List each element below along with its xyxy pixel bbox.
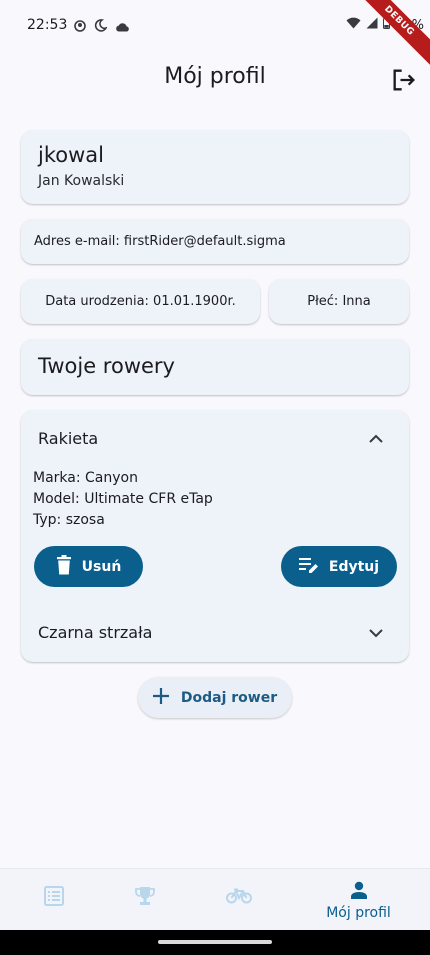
logout-icon xyxy=(390,69,418,98)
night-icon xyxy=(94,17,108,36)
edit-label: Edytuj xyxy=(328,558,380,575)
nav-item-trophy[interactable] xyxy=(91,869,198,931)
bike-name: Czarna strzała xyxy=(38,623,153,642)
bike-type: Typ: szosa xyxy=(33,512,105,528)
nav-label-profile: Mój profil xyxy=(326,905,391,921)
gender-card: Płeć: Inna xyxy=(269,279,409,324)
bike-name: Rakieta xyxy=(38,429,99,448)
bike-item-czarna-strzala[interactable]: Czarna strzała xyxy=(21,606,409,662)
face-icon xyxy=(74,17,86,36)
logout-button[interactable] xyxy=(390,66,418,94)
plus-icon xyxy=(152,687,169,708)
delete-bike-button[interactable]: Usuń xyxy=(34,546,143,587)
bottom-navigation: Mój profil xyxy=(0,868,430,931)
email-card: Adres e-mail: firstRider@default.sigma xyxy=(21,219,409,264)
status-icons-left xyxy=(74,17,130,36)
bike-icon xyxy=(225,888,252,908)
chevron-down-icon[interactable] xyxy=(367,624,385,642)
edit-bike-button[interactable]: Edytuj xyxy=(281,546,397,587)
email-text: Adres e-mail: firstRider@default.sigma xyxy=(34,234,286,249)
delete-label: Usuń xyxy=(81,558,122,575)
add-bike-label: Dodaj rower xyxy=(180,689,278,706)
cloud-icon xyxy=(115,17,130,36)
bikes-list: Rakieta Marka: Canyon Model: Ultimate CF… xyxy=(21,410,409,662)
chevron-up-icon[interactable] xyxy=(367,430,385,448)
page-title: Mój profil xyxy=(164,64,266,89)
birth-date-card: Data urodzenia: 01.01.1900r. xyxy=(21,279,260,324)
bike-model: Model: Ultimate CFR eTap xyxy=(33,491,213,507)
nav-item-bike[interactable] xyxy=(185,869,292,931)
user-card: jkowal Jan Kowalski xyxy=(21,130,409,204)
signal-icon xyxy=(366,17,378,33)
bikes-section-title: Twoje rowery xyxy=(38,354,175,378)
status-bar: 22:53 25% DEBUG xyxy=(0,0,430,74)
wifi-icon xyxy=(346,17,361,33)
trash-icon xyxy=(56,554,72,579)
edit-icon xyxy=(298,556,319,578)
username: jkowal xyxy=(38,143,104,167)
add-bike-button[interactable]: Dodaj rower xyxy=(138,677,292,718)
full-name: Jan Kowalski xyxy=(38,173,125,189)
list-icon xyxy=(43,886,64,910)
bike-item-rakieta[interactable]: Rakieta xyxy=(21,410,409,466)
bike-brand: Marka: Canyon xyxy=(33,470,138,486)
birth-date-text: Data urodzenia: 01.01.1900r. xyxy=(45,294,236,309)
trophy-icon xyxy=(134,886,156,910)
home-gesture-pill[interactable] xyxy=(158,940,272,944)
status-time: 22:53 xyxy=(27,17,68,33)
person-icon xyxy=(350,881,368,903)
debug-banner: DEBUG xyxy=(346,0,430,74)
nav-item-profile[interactable]: Mój profil xyxy=(305,869,412,931)
bikes-header-card: Twoje rowery xyxy=(21,339,409,395)
gender-text: Płeć: Inna xyxy=(307,294,371,309)
